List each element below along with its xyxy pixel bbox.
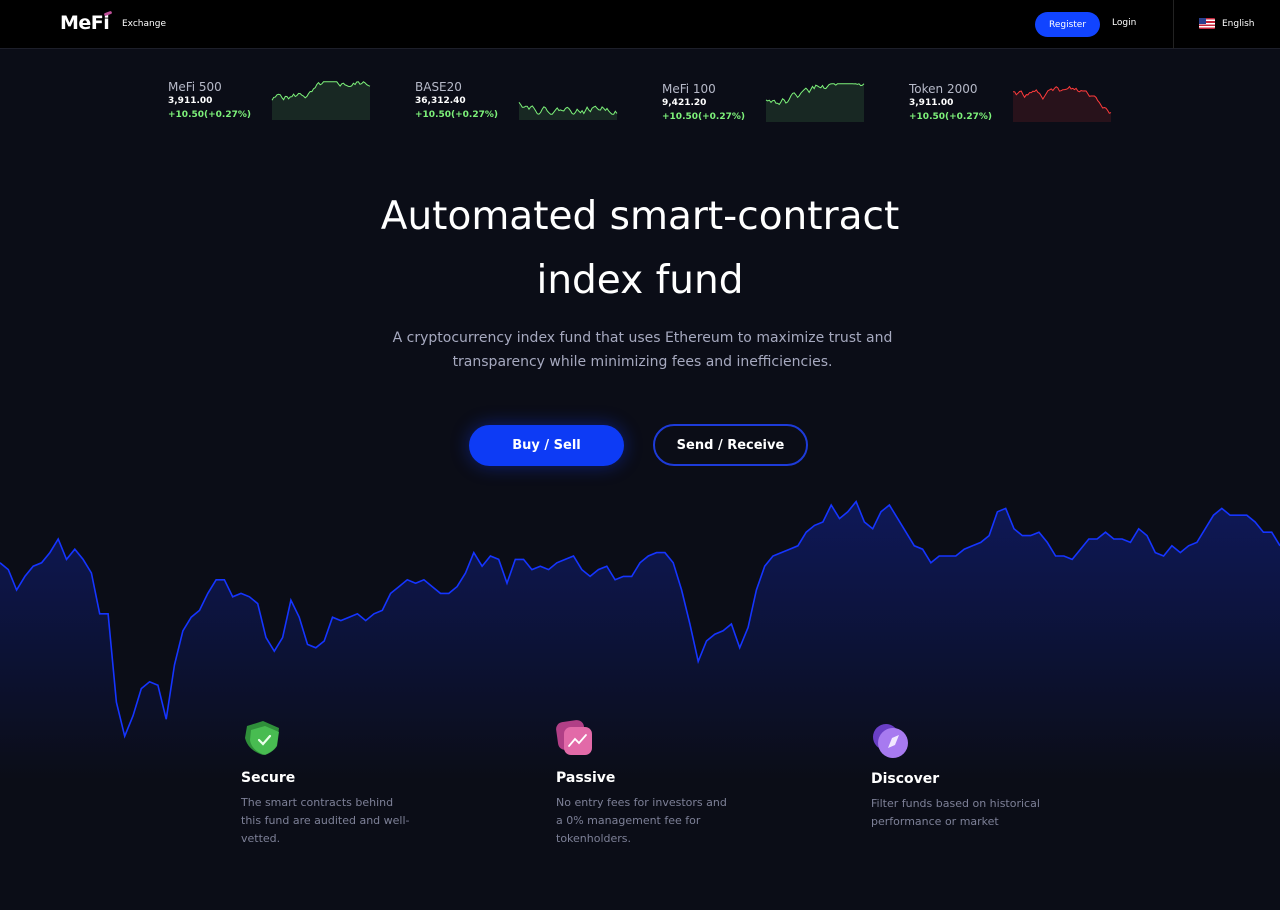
chart-line [0, 500, 1280, 739]
ticker-sparkline [271, 81, 371, 120]
sparkline-area [272, 81, 370, 120]
hero-title-line-1: Automated smart-contract [380, 194, 900, 239]
ticker-change: +10.50(+0.27%) [909, 112, 992, 122]
hero-title: Automated smart-contract index fund [0, 185, 1280, 313]
ticker-sparkline [1012, 85, 1112, 122]
ticker-name: BASE20 [415, 80, 462, 94]
feature-discover: Discover Filter funds based on historica… [871, 721, 1091, 828]
nav-divider [1173, 0, 1174, 49]
ticker-name: Token 2000 [909, 82, 978, 96]
buy-sell-button[interactable]: Buy / Sell [469, 425, 624, 466]
ticker-mefi-500[interactable]: MeFi 500 3,911.00 +10.50(+0.27%) [168, 80, 378, 126]
ticker-value: 9,421.20 [662, 98, 707, 108]
sparkline-area [519, 102, 617, 120]
feature-title: Passive [556, 770, 616, 786]
shield-check-icon [241, 720, 281, 760]
ticker-change: +10.50(+0.27%) [168, 110, 251, 120]
language-selector[interactable]: English [1199, 18, 1255, 29]
top-nav: MeFi Exchange Register Login English [0, 0, 1280, 49]
ticker-change: +10.50(+0.27%) [415, 110, 498, 120]
ticker-token-2000[interactable]: Token 2000 3,911.00 +10.50(+0.27%) [909, 82, 1119, 128]
logo-subtitle: Exchange [122, 19, 166, 29]
ticker-name: MeFi 100 [662, 82, 716, 96]
language-label: English [1222, 18, 1255, 29]
compass-icon [871, 721, 911, 761]
ticker-value: 3,911.00 [168, 96, 213, 106]
hero-subtitle: A cryptocurrency index fund that uses Et… [392, 330, 893, 370]
hero-title-line-2: index fund [536, 258, 744, 303]
feature-passive: Passive No entry fees for investors and … [556, 720, 776, 845]
feature-description: Filter funds based on historical perform… [871, 797, 1040, 828]
feature-description: The smart contracts behind this fund are… [241, 796, 410, 845]
feature-title: Discover [871, 771, 940, 787]
ticker-value: 3,911.00 [909, 98, 954, 108]
sparkline-area [1013, 86, 1111, 122]
ticker-sparkline [765, 83, 865, 122]
login-link[interactable]: Login [1112, 18, 1136, 28]
feature-secure: Secure The smart contracts behind this f… [241, 720, 461, 845]
ticker-value: 36,312.40 [415, 96, 466, 106]
us-flag-icon [1199, 18, 1215, 29]
feature-title: Secure [241, 770, 296, 786]
trend-chart-icon [556, 720, 596, 760]
ticker-mefi-100[interactable]: MeFi 100 9,421.20 +10.50(+0.27%) [662, 82, 872, 128]
ticker-change: +10.50(+0.27%) [662, 112, 745, 122]
send-receive-button[interactable]: Send / Receive [653, 424, 808, 466]
ticker-sparkline [518, 102, 618, 120]
logo[interactable]: MeFi [60, 12, 110, 34]
ticker-name: MeFi 500 [168, 80, 222, 94]
ticker-base20[interactable]: BASE20 36,312.40 +10.50(+0.27%) [415, 80, 625, 126]
feature-description: No entry fees for investors and a 0% man… [556, 796, 727, 845]
register-button[interactable]: Register [1035, 12, 1100, 37]
